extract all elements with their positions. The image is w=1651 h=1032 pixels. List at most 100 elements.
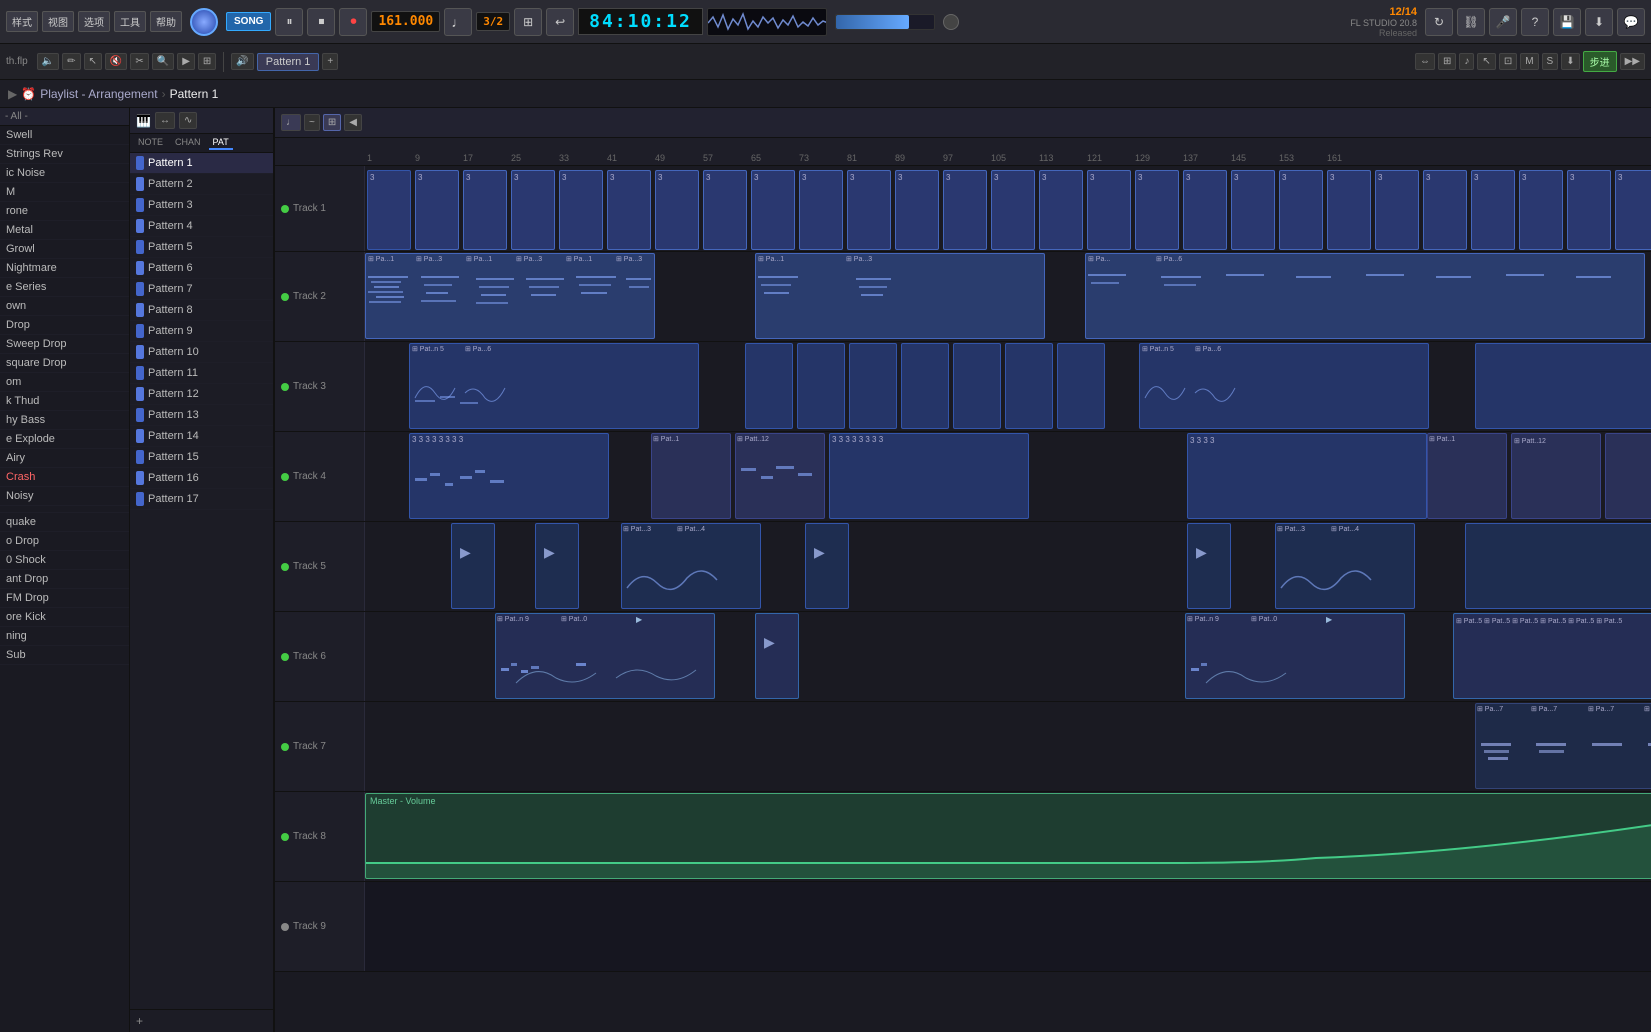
pattern-item-10[interactable]: Pattern 10 [130, 342, 273, 363]
grid-tool[interactable]: ⊞ [198, 53, 216, 70]
render-icon[interactable]: ⬇ [1561, 53, 1579, 70]
volume-icon[interactable]: 🔊 [231, 53, 253, 70]
sidebar-instrument-23[interactable]: o Drop [0, 532, 129, 551]
pattern-item-1[interactable]: Pattern 1 [130, 153, 273, 174]
sidebar-instrument-18[interactable]: Airy [0, 449, 129, 468]
sidebar-instrument-26[interactable]: FM Drop [0, 589, 129, 608]
breadcrumb-text[interactable]: Playlist - Arrangement [40, 87, 157, 101]
track-content-4[interactable]: 3 3 3 3 3 3 3 3 ⊞ Pat..1 [365, 432, 1651, 521]
track-content-6[interactable]: ⊞ Pat..n 9 ⊞ Pat..0 ▶ [365, 612, 1651, 701]
link-icon[interactable]: ⛓ [1457, 8, 1485, 36]
pattern-item-6[interactable]: Pattern 6 [130, 258, 273, 279]
bpm-display[interactable]: 161.000 [371, 11, 440, 32]
cursor-tool[interactable]: ↖ [1477, 53, 1495, 70]
event-mode-icon[interactable]: ~ [304, 114, 320, 131]
refresh-icon[interactable]: ↻ [1425, 8, 1453, 36]
play-from-tool[interactable]: ▶ [177, 53, 195, 70]
delete-tool[interactable]: ✂ [130, 53, 148, 70]
sidebar-instrument-8[interactable]: Nightmare [0, 259, 129, 278]
song-mode-btn[interactable]: SONG [226, 12, 271, 31]
pattern-item-2[interactable]: Pattern 2 [130, 174, 273, 195]
sidebar-instrument-15[interactable]: k Thud [0, 392, 129, 411]
link-tracks-btn[interactable]: ⇔ [1415, 53, 1435, 70]
piano-icon[interactable]: ♪ [1459, 53, 1474, 70]
track-content-1[interactable]: 3 3 3 3 3 3 3 3 3 3 3 3 3 [365, 166, 1651, 251]
sidebar-instrument-3[interactable]: ic Noise [0, 164, 129, 183]
sidebar-instrument-28[interactable]: ning [0, 627, 129, 646]
sidebar-instrument-10[interactable]: own [0, 297, 129, 316]
pattern-item-5[interactable]: Pattern 5 [130, 237, 273, 258]
mic-icon[interactable]: 🎤 [1489, 8, 1517, 36]
piano-roll-curve-icon[interactable]: ∿ [179, 112, 197, 129]
export-icon[interactable]: ⬇ [1585, 8, 1613, 36]
stop-btn[interactable]: ⏹ [307, 8, 335, 36]
mute-tool[interactable]: 🔇 [105, 53, 127, 70]
sidebar-instrument-4[interactable]: M [0, 183, 129, 202]
master-slider[interactable] [835, 14, 935, 30]
add-pattern-btn[interactable]: + [322, 53, 338, 70]
track-content-9[interactable] [365, 882, 1651, 971]
zoom-tool[interactable]: 🔍 [152, 53, 174, 70]
pattern-item-9[interactable]: Pattern 9 [130, 321, 273, 342]
sidebar-instrument-14[interactable]: om [0, 373, 129, 392]
record-btn[interactable]: ⏺ [339, 8, 367, 36]
note-mode-icon[interactable]: ♩ [281, 114, 301, 131]
pattern-name-btn[interactable]: Pattern 1 [257, 53, 320, 71]
add-pattern-btn-bottom[interactable]: + [130, 1009, 273, 1032]
pattern-item-11[interactable]: Pattern 11 [130, 363, 273, 384]
pattern-item-7[interactable]: Pattern 7 [130, 279, 273, 300]
solo-icon[interactable]: S [1542, 53, 1559, 70]
sidebar-instrument-7[interactable]: Growl [0, 240, 129, 259]
sidebar-instrument-16[interactable]: hy Bass [0, 411, 129, 430]
pattern-item-12[interactable]: Pattern 12 [130, 384, 273, 405]
snap-icon[interactable]: ⊞ [514, 8, 542, 36]
fl-logo-circle[interactable] [190, 8, 218, 36]
sidebar-instrument-21[interactable] [0, 506, 129, 513]
pause-btn[interactable]: ⏸ [275, 8, 303, 36]
sidebar-instrument-12[interactable]: Sweep Drop [0, 335, 129, 354]
forward-btn[interactable]: ▶▶ [1620, 53, 1645, 70]
menu-item-tools[interactable]: 工具 [114, 11, 146, 32]
help-icon[interactable]: ? [1521, 8, 1549, 36]
sidebar-instrument-29[interactable]: Sub [0, 646, 129, 665]
track-content-3[interactable]: ⊞ Pat..n 5 ⊞ Pa...6 [365, 342, 1651, 431]
menu-item-options[interactable]: 选项 [78, 11, 110, 32]
pattern-item-16[interactable]: Pattern 16 [130, 468, 273, 489]
pattern-item-15[interactable]: Pattern 15 [130, 447, 273, 468]
pattern-item-13[interactable]: Pattern 13 [130, 405, 273, 426]
sidebar-instrument-22[interactable]: quake [0, 513, 129, 532]
pattern-item-3[interactable]: Pattern 3 [130, 195, 273, 216]
filter-icon[interactable]: ⊡ [1499, 53, 1517, 70]
sidebar-instrument-9[interactable]: e Series [0, 278, 129, 297]
track-content-2[interactable]: ⊞ Pa...1 ⊞ Pa...3 ⊞ Pa...1 ⊞ Pa...3 ⊞ Pa… [365, 252, 1651, 341]
pattern-item-8[interactable]: Pattern 8 [130, 300, 273, 321]
track-content-7[interactable]: ⊞ Pa...7 ⊞ Pa...7 ⊞ Pa...7 ⊞ Pa...7 ⊞ Pa… [365, 702, 1651, 791]
menu-item-view[interactable]: 视图 [42, 11, 74, 32]
sidebar-instrument-20[interactable]: Noisy [0, 487, 129, 506]
track-content-5[interactable]: ▶ ▶ ⊞ Pat...3 ⊞ Pat...4 [365, 522, 1651, 611]
track-area[interactable]: Track 1 3 3 3 3 3 3 3 3 3 [275, 166, 1651, 1032]
step-icon[interactable]: 步进 [1583, 51, 1617, 72]
pitch-knob[interactable] [943, 14, 959, 30]
sidebar-instrument-25[interactable]: ant Drop [0, 570, 129, 589]
sidebar-instrument-19[interactable]: Crash [0, 468, 129, 487]
pattern-mode-icon[interactable]: ⊞ [323, 114, 341, 131]
sidebar-instrument-5[interactable]: rone [0, 202, 129, 221]
piano-roll-move-icon[interactable]: ↔ [155, 112, 175, 129]
chat-icon[interactable]: 💬 [1617, 8, 1645, 36]
tab-pat[interactable]: PAT [209, 136, 233, 150]
group-btn[interactable]: ⊞ [1438, 53, 1456, 70]
pattern-item-17[interactable]: Pattern 17 [130, 489, 273, 510]
sidebar-instrument-2[interactable]: Strings Rev [0, 145, 129, 164]
sidebar-instrument-1[interactable]: Swell [0, 126, 129, 145]
sidebar-instrument-24[interactable]: 0 Shock [0, 551, 129, 570]
pattern-item-4[interactable]: Pattern 4 [130, 216, 273, 237]
sidebar-instrument-17[interactable]: e Explode [0, 430, 129, 449]
prev-btn[interactable]: ◀ [344, 114, 362, 131]
sidebar-instrument-13[interactable]: square Drop [0, 354, 129, 373]
menu-item-help[interactable]: 帮助 [150, 11, 182, 32]
undo-icon[interactable]: ↩ [546, 8, 574, 36]
menu-item-style[interactable]: 样式 [6, 11, 38, 32]
sidebar-instrument-11[interactable]: Drop [0, 316, 129, 335]
tab-chan[interactable]: CHAN [171, 136, 205, 150]
